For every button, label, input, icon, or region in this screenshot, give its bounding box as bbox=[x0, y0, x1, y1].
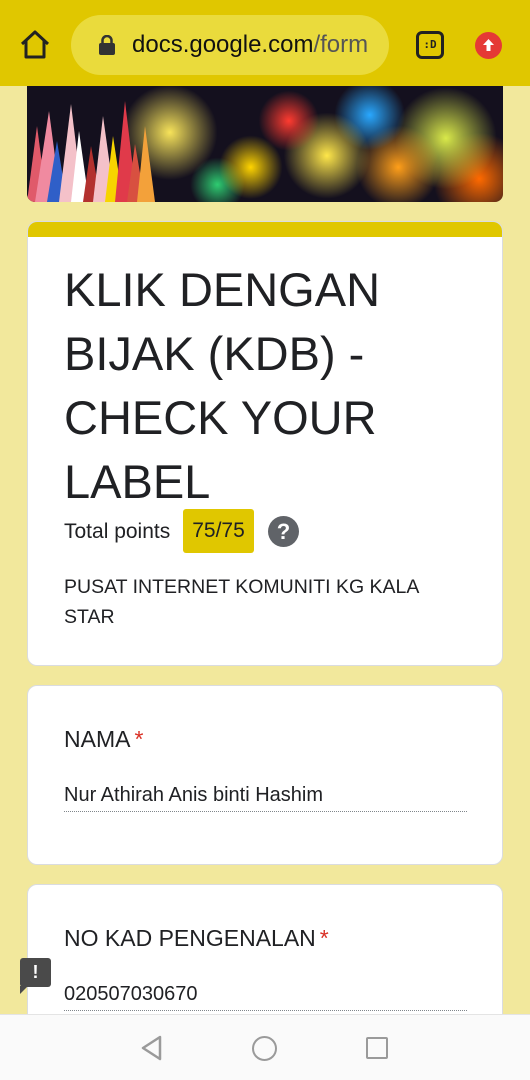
answer-field[interactable]: 020507030670 bbox=[64, 981, 467, 1011]
url-path: /form bbox=[313, 31, 369, 58]
back-icon[interactable] bbox=[140, 1035, 164, 1066]
question-card-nama: NAMA * Nur Athirah Anis binti Hashim bbox=[27, 685, 503, 865]
browser-toolbar: docs.google.com/form :D bbox=[0, 0, 530, 86]
update-arrow-icon[interactable] bbox=[475, 32, 502, 59]
home-icon[interactable] bbox=[16, 26, 54, 64]
form-header-image bbox=[27, 86, 503, 202]
answer-field[interactable]: Nur Athirah Anis binti Hashim bbox=[64, 782, 467, 812]
recents-icon[interactable] bbox=[366, 1037, 388, 1059]
question-label: NAMA * bbox=[64, 726, 143, 753]
title-accent-bar bbox=[28, 222, 502, 237]
question-label-text: NO KAD PENGENALAN bbox=[64, 925, 316, 951]
total-points-label: Total points bbox=[64, 520, 171, 543]
total-points-badge: 75/75 bbox=[183, 509, 254, 553]
required-asterisk: * bbox=[134, 726, 144, 752]
url-text: docs.google.com/form bbox=[132, 31, 368, 59]
question-label: NO KAD PENGENALAN * bbox=[64, 925, 329, 952]
system-nav-bar bbox=[0, 1014, 530, 1080]
form-description: PUSAT INTERNET KOMUNITI KG KALA STAR bbox=[64, 576, 419, 628]
required-asterisk: * bbox=[319, 925, 329, 951]
home-circle-icon[interactable] bbox=[252, 1036, 277, 1061]
feedback-glyph: ! bbox=[32, 962, 39, 982]
url-bar[interactable]: docs.google.com/form bbox=[71, 15, 389, 75]
form-title: KLIK DENGAN BIJAK (KDB) - CHECK YOUR LAB… bbox=[64, 263, 381, 508]
question-label-text: NAMA bbox=[64, 726, 131, 752]
lock-icon bbox=[98, 34, 116, 55]
pencils-illustration bbox=[27, 101, 155, 202]
feedback-icon[interactable]: ! bbox=[20, 958, 51, 994]
form-title-card: KLIK DENGAN BIJAK (KDB) - CHECK YOUR LAB… bbox=[27, 221, 503, 666]
url-host: docs.google.com bbox=[132, 31, 314, 58]
help-icon[interactable]: ? bbox=[268, 516, 299, 547]
tabs-icon[interactable]: :D bbox=[416, 31, 444, 59]
